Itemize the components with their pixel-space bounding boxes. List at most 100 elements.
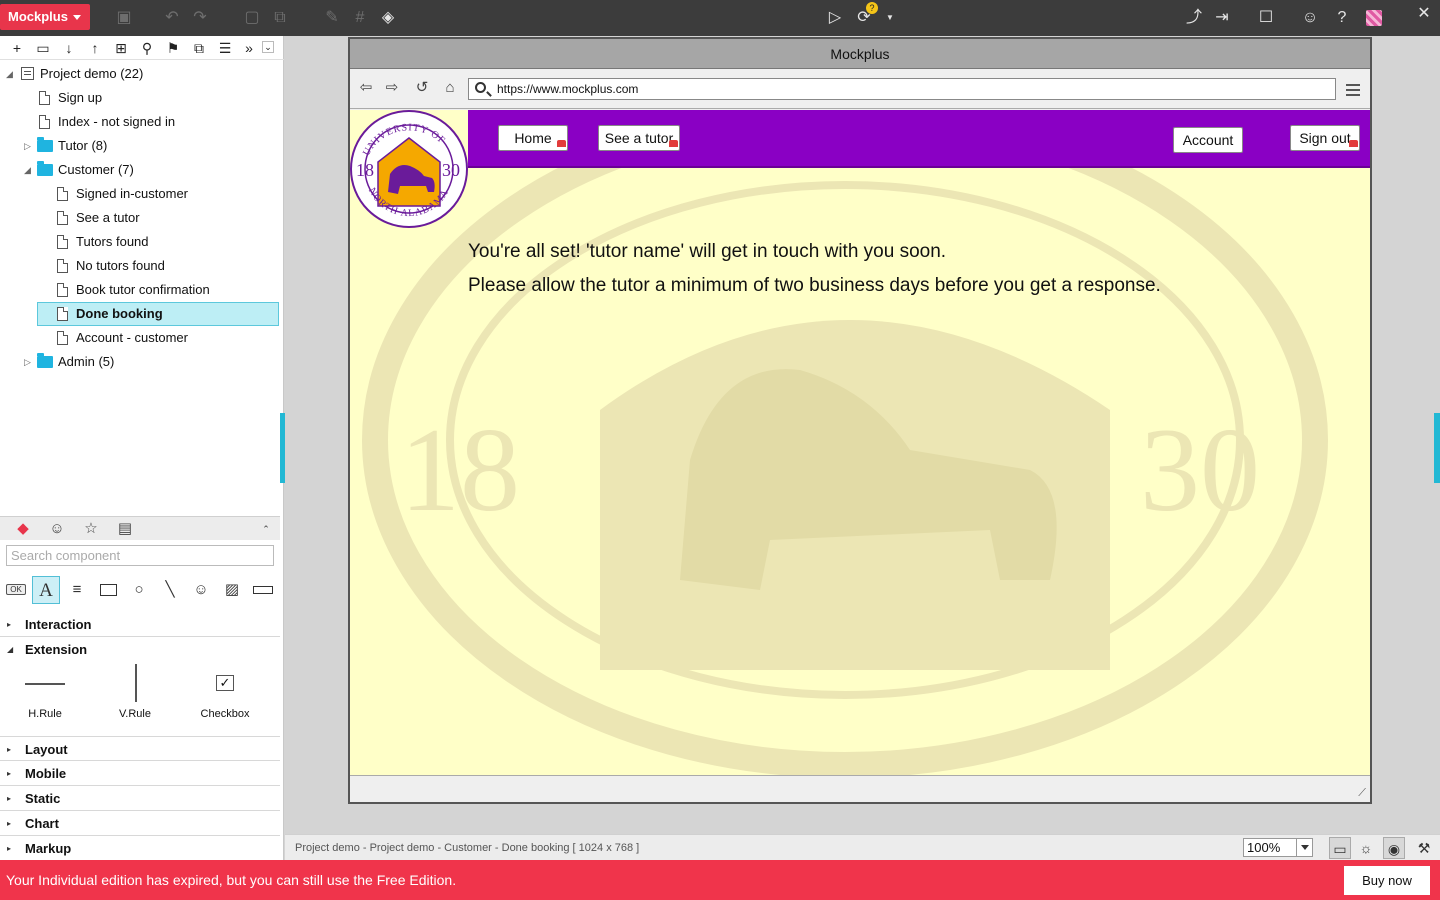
home-button[interactable]: Home — [498, 125, 568, 151]
save-icon[interactable]: ▣ — [114, 8, 134, 28]
buy-now-button[interactable]: Buy now — [1344, 866, 1430, 895]
share-icon[interactable]: ⤴ — [1184, 8, 1204, 28]
v-rule-component[interactable]: V.Rule — [90, 660, 180, 720]
chevron-down-icon[interactable]: ▼ — [880, 8, 900, 28]
account-button[interactable]: Account — [1173, 127, 1243, 153]
home-icon[interactable]: ⌂ — [440, 78, 460, 98]
team-icon[interactable]: ☺ — [1300, 8, 1320, 28]
sign-out-button[interactable]: Sign out — [1290, 125, 1360, 151]
zoom-select[interactable]: 100% — [1243, 838, 1313, 857]
brightness-icon[interactable]: ☼ — [1355, 837, 1377, 859]
copy-icon[interactable]: ⧉ — [190, 38, 208, 58]
forward-icon[interactable]: ⇨ — [382, 78, 402, 98]
tools-icon[interactable]: ⚒ — [1413, 837, 1435, 859]
page-icon — [57, 187, 68, 201]
grid-icon[interactable]: # — [350, 8, 370, 28]
expand-arrow-icon[interactable]: ▷ — [24, 350, 34, 374]
see-a-tutor-button[interactable]: See a tutor — [598, 125, 680, 151]
chevron-down-icon[interactable] — [1296, 839, 1312, 856]
tree-item-see-a-tutor[interactable]: See a tutor — [0, 206, 280, 230]
group-icon[interactable]: ▢ — [242, 8, 262, 28]
section-interaction[interactable]: ▸ Interaction — [0, 612, 280, 637]
tree-item-index[interactable]: Index - not signed in — [0, 110, 280, 134]
tree-item-account-customer[interactable]: Account - customer — [0, 326, 280, 350]
collapse-icon[interactable]: ⌄ — [262, 41, 274, 53]
section-extension[interactable]: ◢ Extension — [0, 637, 280, 662]
qr-code-icon[interactable] — [1366, 10, 1382, 26]
move-up-icon[interactable]: ↑ — [86, 38, 104, 58]
circle-shape-icon[interactable]: ○ — [125, 576, 153, 604]
rectangle-shape-icon[interactable] — [94, 576, 122, 604]
ungroup-icon[interactable]: ⧉ — [270, 8, 290, 28]
section-mobile[interactable]: ▸ Mobile — [0, 761, 280, 786]
tree-folder-customer[interactable]: ◢ Customer (7) — [0, 158, 280, 182]
tree-item-tutors-found[interactable]: Tutors found — [0, 230, 280, 254]
tree-item-label: Tutor (8) — [58, 138, 108, 153]
back-icon[interactable]: ⇦ — [356, 78, 376, 98]
new-folder-icon[interactable]: ▭ — [34, 38, 52, 58]
emoji-shape-icon[interactable]: ☺ — [187, 576, 215, 604]
fullscreen-icon[interactable]: ☐ — [1256, 8, 1276, 28]
tree-structure-icon[interactable]: ⊞ — [112, 38, 130, 58]
section-layout[interactable]: ▸ Layout — [0, 736, 280, 761]
checkbox-component[interactable]: ✓ Checkbox — [180, 660, 270, 720]
close-icon[interactable]: ✕ — [1414, 4, 1434, 24]
star-icon[interactable]: ☆ — [80, 519, 102, 539]
collapse-panel-icon[interactable]: ⌃ — [258, 519, 274, 539]
section-static[interactable]: ▸ Static — [0, 786, 280, 811]
tree-folder-admin[interactable]: ▷ Admin (5) — [0, 350, 280, 374]
line-shape-icon[interactable]: ╲ — [156, 576, 184, 604]
move-down-icon[interactable]: ↓ — [60, 38, 78, 58]
tree-item-label: Tutors found — [76, 234, 149, 249]
component-search-input[interactable]: Search component — [6, 545, 274, 566]
paragraph-shape-icon[interactable]: ≡ — [63, 576, 91, 604]
play-icon[interactable]: ▷ — [825, 8, 845, 28]
tree-item-done-booking[interactable]: Done booking — [37, 302, 279, 326]
preview-eye-icon[interactable]: ◉ — [1383, 837, 1405, 859]
device-frame-icon[interactable]: ▭ — [1329, 837, 1351, 859]
tree-item-label: Customer (7) — [58, 162, 134, 177]
tree-item-book-tutor-confirmation[interactable]: Book tutor confirmation — [0, 278, 280, 302]
export-icon[interactable]: ⇥ — [1212, 8, 1232, 28]
tree-item-signed-in-customer[interactable]: Signed in-customer — [0, 182, 280, 206]
text-shape-icon[interactable]: A — [32, 576, 60, 604]
resize-grip-icon[interactable]: ⟋ — [1358, 787, 1366, 800]
fill-icon[interactable]: ◈ — [378, 8, 398, 28]
refresh-icon[interactable]: ↺ — [412, 78, 432, 98]
add-page-icon[interactable]: + — [8, 38, 26, 58]
watermark-seal: 18 30 — [362, 110, 1328, 775]
undo-icon[interactable]: ↶ — [162, 8, 182, 28]
redo-icon[interactable]: ↷ — [190, 8, 210, 28]
collapse-arrow-icon: ◢ — [7, 645, 14, 654]
section-chart[interactable]: ▸ Chart — [0, 811, 280, 836]
button-shape-icon[interactable]: OK — [2, 576, 30, 604]
help-icon[interactable]: ? — [1332, 8, 1352, 28]
image-shape-icon[interactable]: ▨ — [218, 576, 246, 604]
flag-icon[interactable]: ⚑ — [164, 38, 182, 58]
brush-icon[interactable]: ✎ — [322, 8, 342, 28]
hamburger-menu-icon[interactable] — [1346, 84, 1360, 86]
more-icon[interactable]: » — [240, 38, 258, 58]
h-rule-component[interactable]: H.Rule — [0, 660, 90, 720]
tree-folder-tutor[interactable]: ▷ Tutor (8) — [0, 134, 280, 158]
input-shape-icon[interactable] — [249, 576, 277, 604]
expand-arrow-icon: ▸ — [7, 769, 12, 778]
url-input[interactable]: https://www.mockplus.com — [468, 78, 1336, 100]
button-shape-label: OK — [6, 584, 26, 595]
browser-title: Mockplus — [350, 39, 1370, 69]
section-markup[interactable]: ▸ Markup — [0, 836, 280, 861]
tree-item-sign-up[interactable]: Sign up — [0, 86, 280, 110]
tree-item-no-tutors-found[interactable]: No tutors found — [0, 254, 280, 278]
search-icon[interactable]: ⚲ — [138, 38, 156, 58]
search-icon — [475, 82, 486, 93]
right-panel-toggle[interactable] — [1434, 413, 1440, 483]
template-icon[interactable]: ▤ — [114, 519, 136, 539]
expand-arrow-icon[interactable]: ◢ — [6, 62, 16, 86]
component-library-icon[interactable]: ◆ — [12, 519, 34, 539]
brand-menu-button[interactable]: Mockplus — [0, 4, 90, 30]
emoji-icon[interactable]: ☺ — [46, 519, 68, 539]
tree-project-root[interactable]: ◢ Project demo (22) — [0, 62, 280, 86]
collapse-arrow-icon[interactable]: ◢ — [24, 158, 34, 182]
list-icon[interactable]: ☰ — [216, 38, 234, 58]
expand-arrow-icon[interactable]: ▷ — [24, 134, 34, 158]
